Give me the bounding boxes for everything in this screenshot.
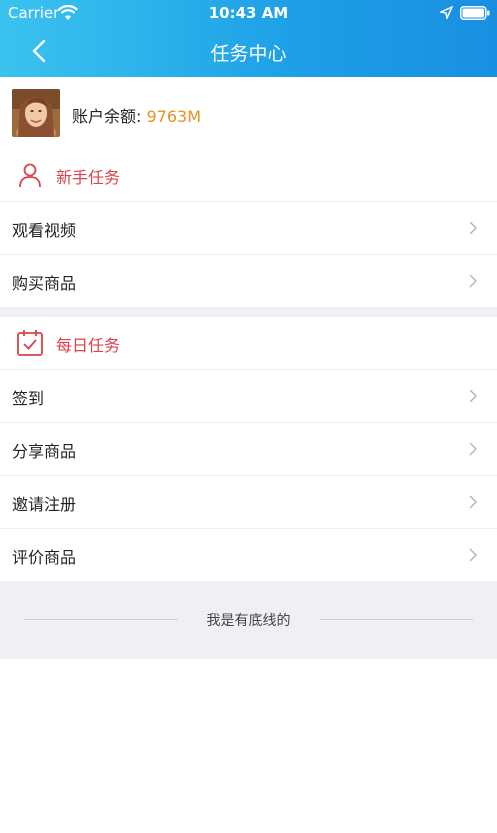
task-row-invite-register[interactable]: 邀请注册 bbox=[0, 476, 497, 529]
account-panel: 账户余额: 9763M bbox=[0, 77, 497, 149]
task-row-review-product[interactable]: 评价商品 bbox=[0, 529, 497, 581]
chevron-right-icon bbox=[469, 274, 478, 288]
calendar-check-icon bbox=[17, 330, 43, 356]
balance-value: 9763M bbox=[146, 107, 202, 126]
section-title: 每日任务 bbox=[56, 336, 121, 355]
location-arrow-icon bbox=[440, 6, 453, 19]
section-divider bbox=[0, 308, 497, 317]
task-label: 观看视频 bbox=[12, 221, 77, 240]
chevron-right-icon bbox=[469, 548, 478, 562]
section-title: 新手任务 bbox=[56, 168, 121, 187]
chevron-right-icon bbox=[469, 221, 478, 235]
nav-bar: 任务中心 bbox=[0, 26, 497, 77]
task-label: 邀请注册 bbox=[12, 495, 77, 514]
account-balance: 账户余额: 9763M bbox=[72, 103, 201, 127]
status-time: 10:43 AM bbox=[208, 4, 289, 22]
page-title: 任务中心 bbox=[210, 43, 287, 65]
chevron-right-icon bbox=[469, 495, 478, 509]
footer-divider-right bbox=[320, 619, 473, 620]
chevron-right-icon bbox=[469, 389, 478, 403]
task-row-buy-product[interactable]: 购买商品 bbox=[0, 255, 497, 308]
chevron-right-icon bbox=[469, 442, 478, 456]
status-bar: Carrier 10:43 AM bbox=[0, 0, 497, 26]
task-label: 签到 bbox=[12, 389, 45, 408]
section-header-daily-tasks: 每日任务 bbox=[0, 317, 497, 370]
avatar-image bbox=[12, 89, 60, 137]
battery-icon bbox=[460, 6, 490, 20]
footer-text: 我是有底线的 bbox=[206, 613, 291, 629]
header: Carrier 10:43 AM 任务中心 bbox=[0, 0, 497, 77]
task-row-share-product[interactable]: 分享商品 bbox=[0, 423, 497, 476]
task-label: 购买商品 bbox=[12, 274, 77, 293]
balance-label: 账户余额: bbox=[72, 107, 142, 126]
user-icon bbox=[19, 163, 41, 188]
list-end-footer: 我是有底线的 bbox=[0, 581, 497, 659]
section-header-newbie-tasks: 新手任务 bbox=[0, 149, 497, 202]
task-row-check-in[interactable]: 签到 bbox=[0, 370, 497, 423]
task-row-watch-video[interactable]: 观看视频 bbox=[0, 202, 497, 255]
task-label: 评价商品 bbox=[12, 548, 77, 567]
task-label: 分享商品 bbox=[12, 442, 77, 461]
avatar bbox=[12, 89, 60, 137]
